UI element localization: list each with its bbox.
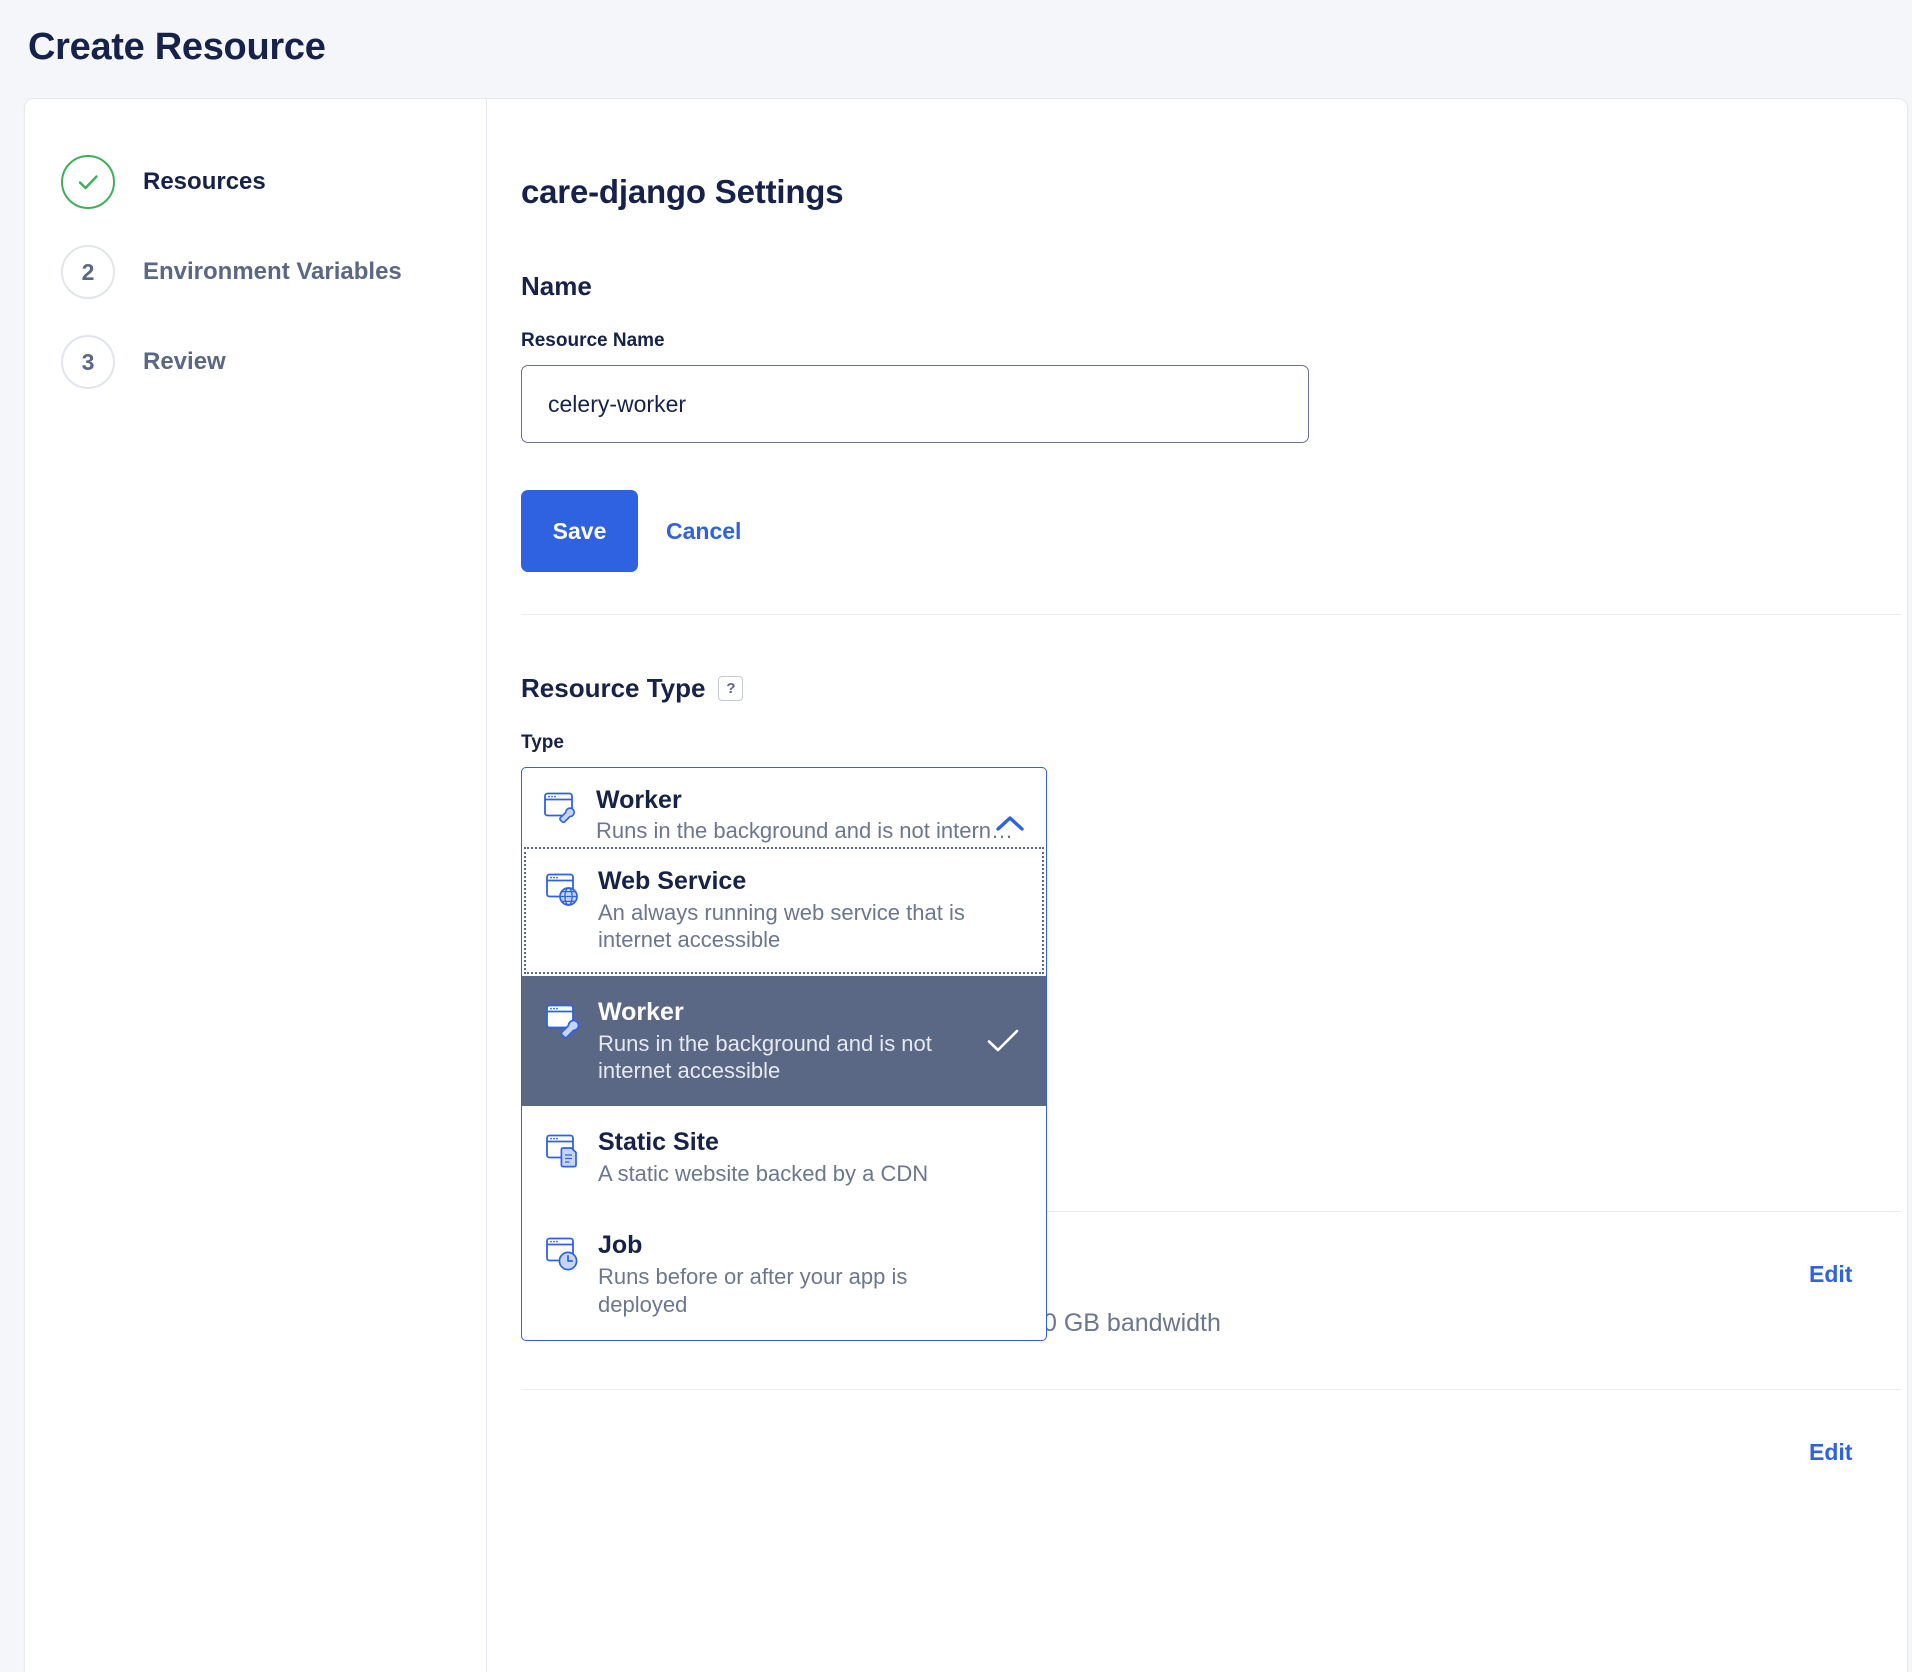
resource-type-heading-text: Resource Type (521, 673, 705, 704)
sidebar-step-review[interactable]: 3 Review (25, 317, 486, 407)
create-resource-page: Create Resource Resources 2 Environment … (0, 0, 1912, 1672)
resource-type-section: Resource Type ? Type (521, 673, 1907, 859)
resource-type-option-job[interactable]: Job Runs before or after your app is dep… (522, 1209, 1046, 1340)
static-site-document-icon (546, 1128, 592, 1170)
option-desc-static-site: A static website backed by a CDN (598, 1160, 968, 1187)
resource-type-option-web-service[interactable]: Web Service An always running web servic… (522, 845, 1046, 976)
option-desc-worker: Runs in the background and is not intern… (598, 1030, 968, 1085)
sidebar-step-environment-variables[interactable]: 2 Environment Variables (25, 227, 486, 317)
option-title-web-service: Web Service (598, 867, 968, 895)
name-section-heading-text: Name (521, 271, 592, 302)
resource-name-input[interactable] (521, 365, 1309, 443)
sidebar-step-label-environment-variables: Environment Variables (143, 258, 402, 286)
selected-type-title: Worker (596, 786, 1024, 814)
sidebar-step-resources[interactable]: Resources (25, 137, 486, 227)
job-clock-icon (546, 1231, 592, 1273)
resource-type-select: Worker Runs in the background and is not… (521, 767, 1047, 859)
web-service-globe-icon (546, 867, 592, 909)
resource-settings-panel: care-django Settings Name Resource Name … (487, 99, 1907, 1672)
name-section-heading: Name (521, 271, 1907, 302)
selected-type-desc: Runs in the background and is not intern… (596, 818, 1024, 844)
resource-settings-title: care-django Settings (521, 173, 1907, 211)
name-actions-row: Save Cancel (521, 490, 1907, 572)
resource-type-option-static-site[interactable]: Static Site A static website backed by a… (522, 1106, 1046, 1209)
sidebar-step-label-resources: Resources (143, 168, 266, 196)
page-title: Create Resource (28, 26, 326, 69)
option-desc-web-service: An always running web service that is in… (598, 899, 968, 954)
worker-window-wrench-icon (544, 786, 590, 824)
wizard-card: Resources 2 Environment Variables 3 Revi… (24, 98, 1908, 1672)
step-number-3: 3 (61, 335, 115, 389)
chevron-up-icon[interactable] (994, 814, 1026, 834)
step-check-icon (61, 155, 115, 209)
save-button[interactable]: Save (521, 490, 638, 572)
option-title-worker: Worker (598, 998, 968, 1026)
option-desc-job: Runs before or after your app is deploye… (598, 1263, 968, 1318)
step-number-2: 2 (61, 245, 115, 299)
help-icon[interactable]: ? (718, 676, 743, 701)
resource-type-option-list: Web Service An always running web servic… (521, 845, 1047, 1341)
option-title-job: Job (598, 1231, 968, 1259)
resource-type-heading: Resource Type ? (521, 673, 1907, 704)
worker-window-wrench-icon (546, 998, 592, 1040)
check-icon (986, 1028, 1020, 1054)
resource-name-label: Resource Name (521, 330, 1907, 352)
resource-type-option-worker[interactable]: Worker Runs in the background and is not… (522, 976, 1046, 1107)
cancel-button[interactable]: Cancel (666, 518, 741, 545)
sidebar-step-label-review: Review (143, 348, 226, 376)
type-field-label: Type (521, 732, 1907, 754)
wizard-steps-sidebar: Resources 2 Environment Variables 3 Revi… (25, 99, 487, 1672)
section-divider (521, 614, 1901, 615)
option-title-static-site: Static Site (598, 1128, 968, 1156)
